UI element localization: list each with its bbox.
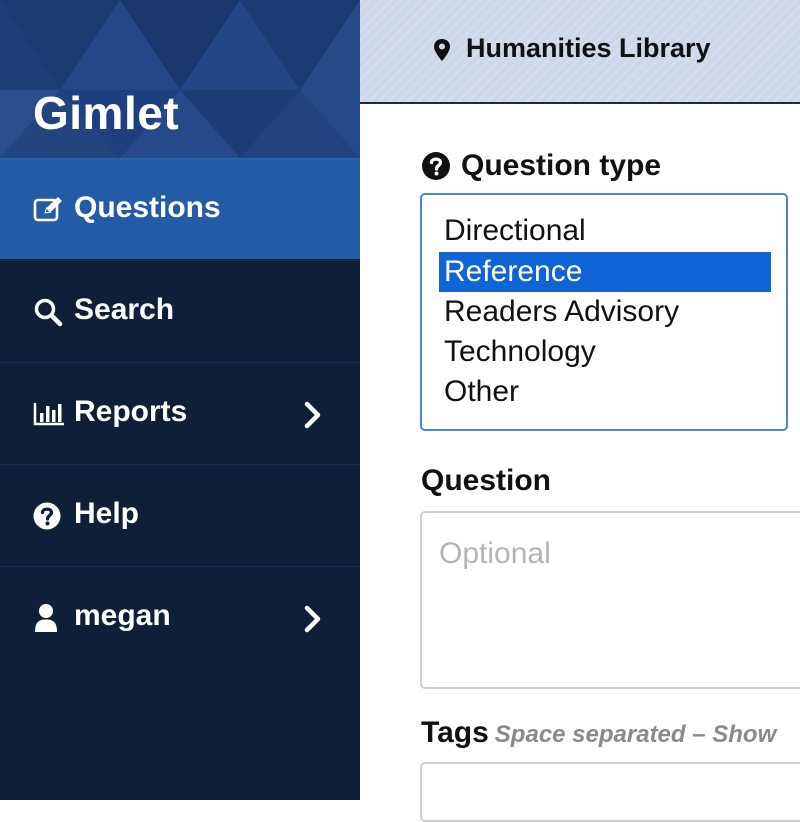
sidebar-item-label: Search (74, 293, 175, 326)
option-technology[interactable]: Technology (439, 332, 771, 372)
map-pin-icon (434, 39, 450, 61)
chevron-right-icon[interactable] (303, 605, 323, 633)
sidebar-item-search[interactable]: Search (0, 260, 360, 361)
tags-heading: Tags Space separated – Show (421, 716, 776, 750)
option-reference[interactable]: Reference (439, 252, 771, 292)
sidebar-item-reports[interactable]: Reports (0, 362, 360, 463)
chevron-right-icon[interactable] (303, 401, 323, 429)
option-other[interactable]: Other (439, 372, 771, 412)
question-type-select[interactable]: Directional Reference Readers Advisory T… (420, 193, 788, 431)
question-textarea[interactable]: Optional (420, 511, 800, 689)
sidebar: Gimlet Questions Search Reports Help meg… (0, 0, 360, 800)
tags-label: Tags (421, 716, 489, 749)
question-label: Question (421, 464, 552, 497)
location-header: Humanities Library (360, 0, 800, 104)
option-directional[interactable]: Directional (439, 211, 771, 251)
question-placeholder: Optional (439, 537, 551, 570)
user-icon (33, 602, 65, 634)
option-readers-advisory[interactable]: Readers Advisory (439, 292, 771, 332)
question-circle-icon (422, 152, 450, 180)
sidebar-item-label: megan (74, 599, 171, 632)
sidebar-item-label: Questions (74, 191, 221, 224)
question-type-label: Question type (461, 149, 662, 182)
sidebar-item-label: Help (74, 497, 140, 530)
tags-input[interactable] (420, 762, 800, 822)
location-name[interactable]: Humanities Library (466, 33, 711, 64)
sidebar-item-user[interactable]: megan (0, 566, 360, 667)
sidebar-item-label: Reports (74, 395, 188, 428)
bar-chart-icon (33, 398, 65, 430)
question-type-heading: Question type (421, 148, 661, 184)
search-icon (33, 296, 65, 328)
brand-header: Gimlet (0, 0, 360, 158)
sidebar-item-help[interactable]: Help (0, 464, 360, 565)
app-title[interactable]: Gimlet (33, 86, 179, 140)
tags-hint: Space separated – Show (494, 721, 777, 748)
edit-icon (33, 194, 65, 226)
sidebar-item-questions[interactable]: Questions (0, 158, 360, 259)
question-circle-icon (33, 500, 65, 532)
